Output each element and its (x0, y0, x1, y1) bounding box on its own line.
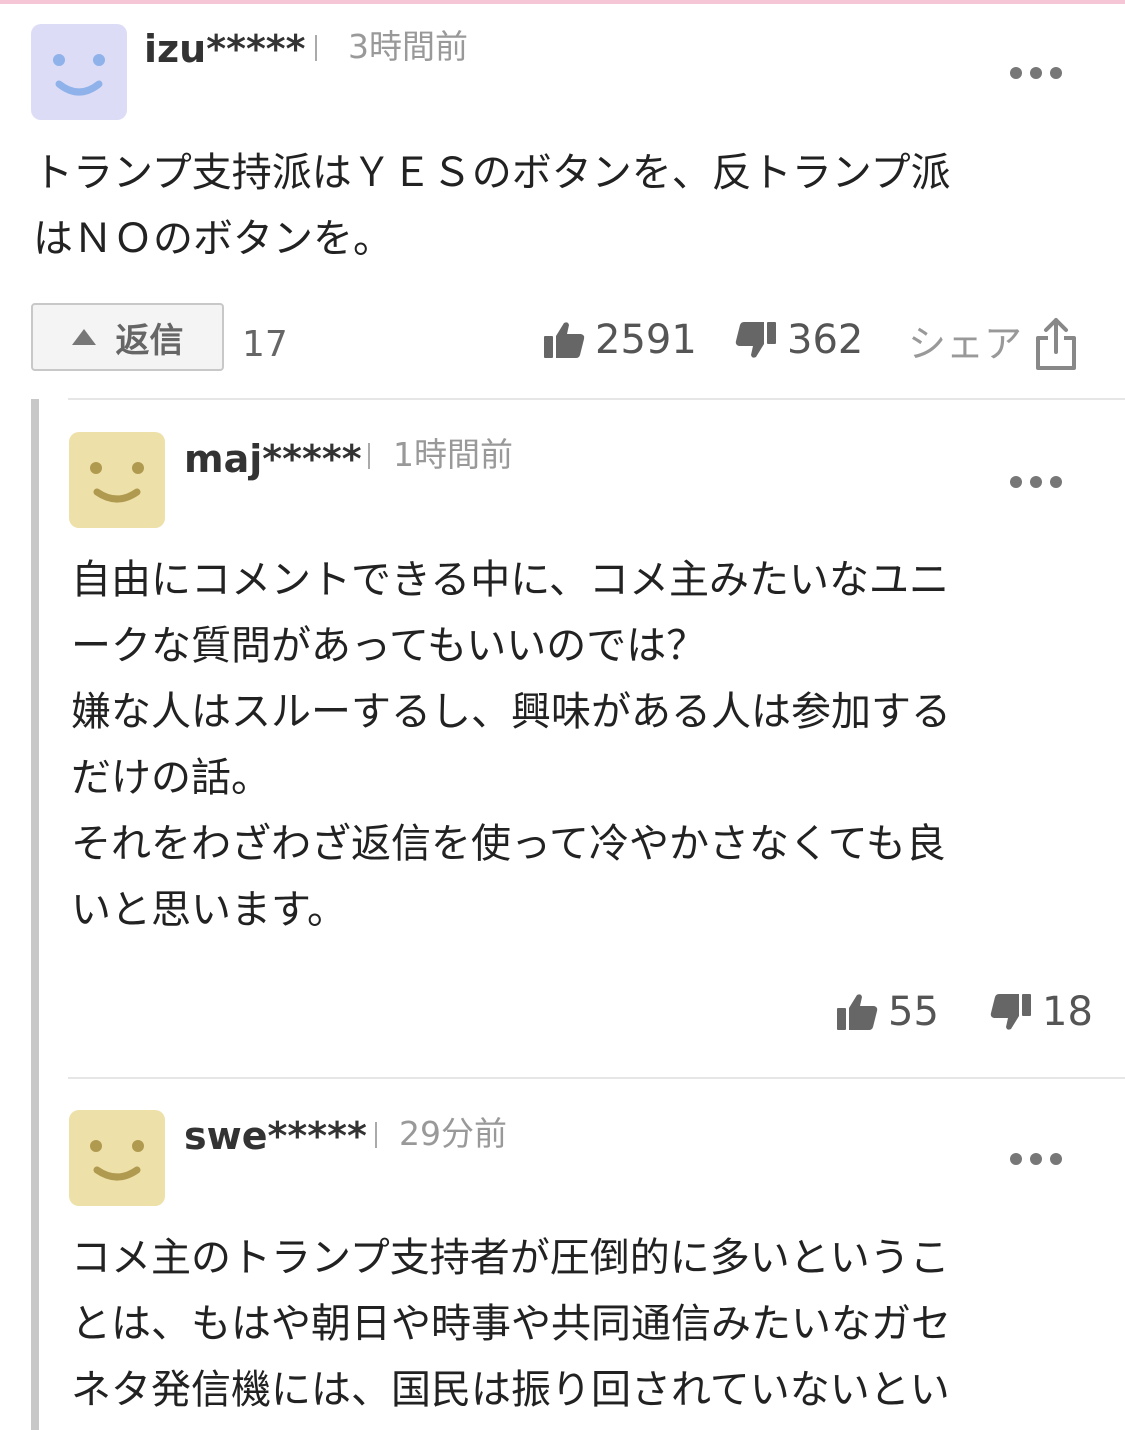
reply-label: 返信 (115, 320, 184, 361)
reply-thread-bar (31, 399, 39, 1430)
smiley-face-icon (90, 1140, 144, 1181)
reply-button[interactable]: 返信 (31, 303, 224, 371)
reply-text: コメ主のトランプ支持者が圧倒的に多いというこ とは、もはや朝日や時事や共同通信み… (71, 1235, 951, 1413)
separator (315, 35, 317, 61)
username[interactable]: izu***** (144, 30, 306, 68)
timestamp: 29分前 (399, 1114, 507, 1153)
triangle-up-icon (71, 329, 96, 345)
more-options-icon[interactable] (1010, 44, 1070, 86)
like-count: 55 (888, 989, 939, 1035)
like-button[interactable]: 2591 (543, 320, 697, 360)
thumbs-down-icon (735, 322, 776, 358)
dislike-count: 362 (787, 317, 864, 363)
comment-text: トランプ支持派はＹＥＳのボタンを、反トランプ派 はＮＯのボタンを。 (33, 150, 951, 262)
more-options-icon[interactable] (1010, 1130, 1070, 1172)
divider (68, 1077, 1125, 1079)
thumbs-down-icon (990, 994, 1031, 1030)
share-label: シェア (908, 322, 1023, 366)
divider (68, 398, 1125, 400)
share-button[interactable]: シェア (908, 316, 1078, 372)
reply-count: 17 (242, 324, 288, 365)
avatar[interactable] (31, 24, 127, 120)
dislike-button[interactable]: 18 (990, 992, 1093, 1032)
avatar[interactable] (69, 432, 165, 528)
username[interactable]: swe***** (184, 1117, 367, 1155)
smiley-face-icon (90, 462, 144, 503)
like-count: 2591 (595, 317, 697, 363)
dislike-count: 18 (1042, 989, 1093, 1035)
separator (375, 1122, 377, 1148)
share-icon (1036, 318, 1077, 370)
thumbs-up-icon (837, 994, 878, 1030)
smiley-face-icon (53, 54, 105, 96)
top-accent-line (0, 0, 1125, 4)
thumbs-up-icon (544, 322, 585, 358)
more-options-icon[interactable] (1010, 453, 1070, 495)
separator (368, 443, 370, 469)
reply-text: 自由にコメントできる中に、コメ主みたいなユニ ークな質問があってもいいのでは？ … (71, 557, 951, 933)
timestamp: 1時間前 (393, 435, 513, 474)
avatar[interactable] (69, 1110, 165, 1206)
username[interactable]: maj***** (184, 440, 362, 478)
timestamp: 3時間前 (348, 27, 468, 66)
dislike-button[interactable]: 362 (735, 320, 863, 360)
like-button[interactable]: 55 (836, 992, 939, 1032)
